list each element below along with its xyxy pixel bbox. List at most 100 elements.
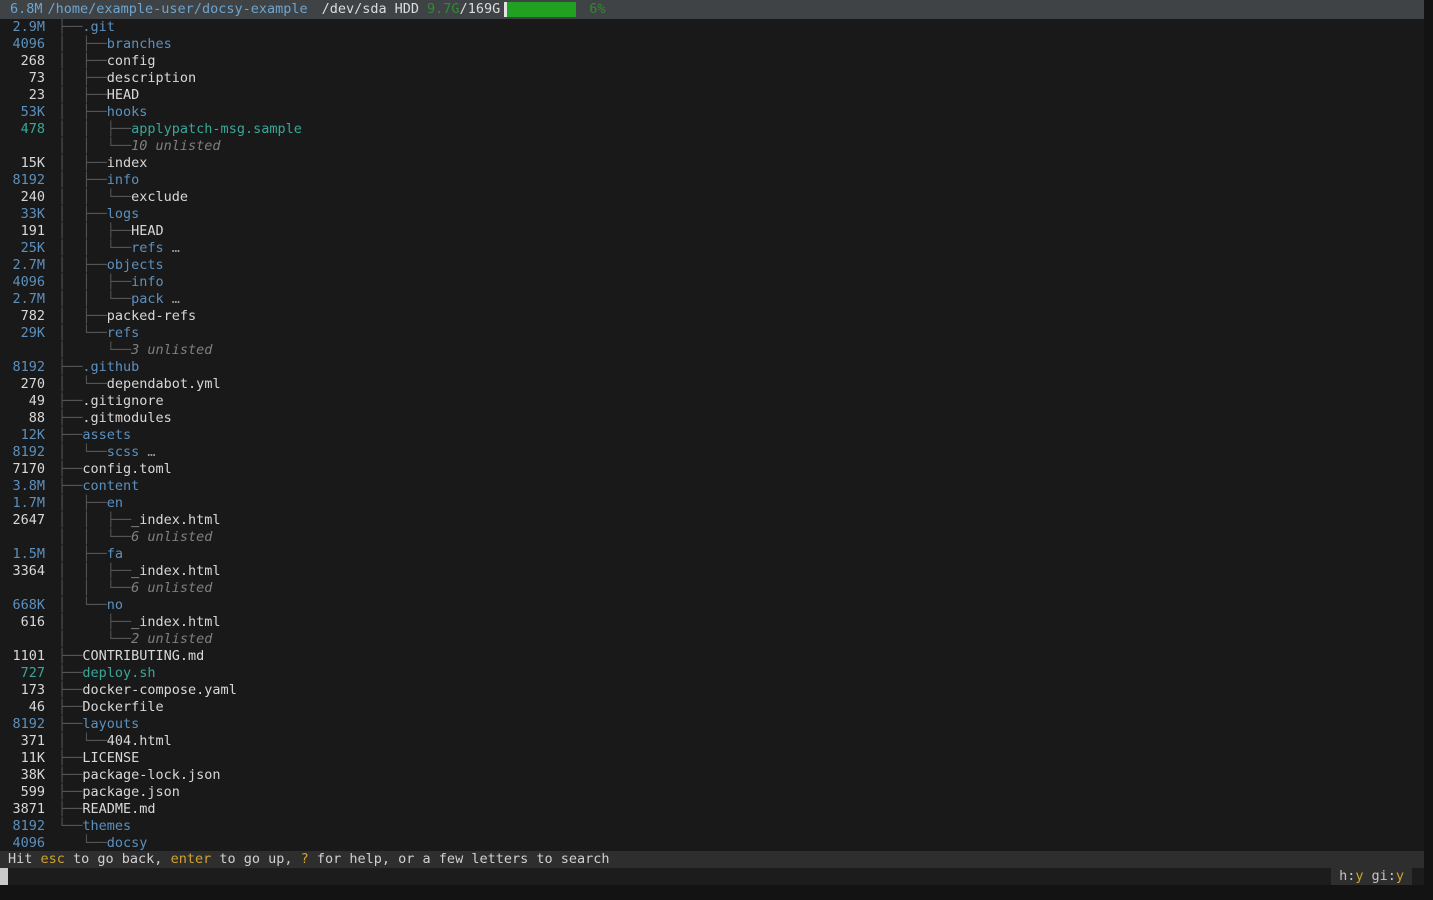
tree-row[interactable]: 3.8M├──content: [0, 478, 1424, 495]
tree-row[interactable]: 38K├──package-lock.json: [0, 767, 1424, 784]
tree-row[interactable]: 8192├──.github: [0, 359, 1424, 376]
column-gap: [45, 665, 58, 682]
tree-row[interactable]: 4096│ │ ├──info: [0, 274, 1424, 291]
tree-row[interactable]: 8192│ └──scss …: [0, 444, 1424, 461]
tree-row[interactable]: 33K│ ├──logs: [0, 206, 1424, 223]
tree-branch-lines: ├──: [58, 648, 82, 665]
tree-row[interactable]: 3871├──README.md: [0, 801, 1424, 818]
column-gap: [45, 376, 58, 393]
tree-row[interactable]: 73│ ├──description: [0, 70, 1424, 87]
tree-row[interactable]: 23│ ├──HEAD: [0, 87, 1424, 104]
tree-row-unlisted[interactable]: │ │ └──6 unlisted: [0, 529, 1424, 546]
entry-size: 2.9M: [12, 19, 45, 36]
tree-row-unlisted[interactable]: │ │ └──6 unlisted: [0, 580, 1424, 597]
tree-row[interactable]: 1.7M│ ├──en: [0, 495, 1424, 512]
flag-h[interactable]: h:y: [1339, 868, 1363, 884]
tree-row[interactable]: 2.9M├──.git: [0, 19, 1424, 36]
entry-name: _index.html: [131, 512, 220, 529]
entry-name: LICENSE: [82, 750, 139, 767]
tree-row[interactable]: 11K├──LICENSE: [0, 750, 1424, 767]
tree-row[interactable]: 1101├──CONTRIBUTING.md: [0, 648, 1424, 665]
column-gap: [45, 393, 58, 410]
tree-row[interactable]: 15K│ ├──index: [0, 155, 1424, 172]
tree-row[interactable]: 371│ └──404.html: [0, 733, 1424, 750]
entry-size: [12, 631, 45, 648]
tree-row[interactable]: 2647│ │ ├──_index.html: [0, 512, 1424, 529]
entry-name: scss: [107, 444, 140, 461]
entry-size: 12K: [12, 427, 45, 444]
entry-name: 404.html: [107, 733, 172, 750]
tree-row[interactable]: 2.7M│ │ └──pack …: [0, 291, 1424, 308]
entry-name: objects: [107, 257, 164, 274]
tree-row[interactable]: 4096│ ├──branches: [0, 36, 1424, 53]
search-input-line[interactable]: h:y gi:y: [0, 868, 1424, 885]
tree-row-unlisted[interactable]: │ └──2 unlisted: [0, 631, 1424, 648]
tree-row[interactable]: 25K│ │ └──refs …: [0, 240, 1424, 257]
tree-row[interactable]: 268│ ├──config: [0, 53, 1424, 70]
tree-row[interactable]: 4096 └──docsy: [0, 835, 1424, 851]
tree-branch-lines: │ ├──: [58, 172, 107, 189]
column-gap: [45, 597, 58, 614]
entry-name: layouts: [82, 716, 139, 733]
flag-label: h:: [1339, 868, 1355, 884]
tree-row[interactable]: 12K├──assets: [0, 427, 1424, 444]
tree-row[interactable]: 1.5M│ ├──fa: [0, 546, 1424, 563]
entry-size: 668K: [12, 597, 45, 614]
tree-row[interactable]: 668K│ └──no: [0, 597, 1424, 614]
tree-row[interactable]: 240│ │ └──exclude: [0, 189, 1424, 206]
column-gap: [45, 767, 58, 784]
tree-row[interactable]: 88├──.gitmodules: [0, 410, 1424, 427]
flag-gi[interactable]: gi:y: [1371, 868, 1404, 884]
tree-row[interactable]: 53K│ ├──hooks: [0, 104, 1424, 121]
tree-branch-lines: │ ├──: [58, 206, 107, 223]
tree-row[interactable]: 7170├──config.toml: [0, 461, 1424, 478]
tree-branch-lines: │ ├──: [58, 36, 107, 53]
tree-row[interactable]: 8192│ ├──info: [0, 172, 1424, 189]
column-gap: [45, 512, 58, 529]
tree-row[interactable]: 8192└──themes: [0, 818, 1424, 835]
tree-row[interactable]: 616│ ├──_index.html: [0, 614, 1424, 631]
tree-row[interactable]: 8192├──layouts: [0, 716, 1424, 733]
tree-row-unlisted[interactable]: │ └──3 unlisted: [0, 342, 1424, 359]
current-path[interactable]: /home/example-user/docsy-example: [48, 1, 308, 18]
column-gap: [45, 410, 58, 427]
tree-row-unlisted[interactable]: │ │ └──10 unlisted: [0, 138, 1424, 155]
tree-row[interactable]: 191│ │ ├──HEAD: [0, 223, 1424, 240]
tree-row[interactable]: 478│ │ ├──applypatch-msg.sample: [0, 121, 1424, 138]
tree-branch-lines: │ │ └──: [58, 240, 131, 257]
tree-row[interactable]: 2.7M│ ├──objects: [0, 257, 1424, 274]
entry-size: 727: [12, 665, 45, 682]
tree-row[interactable]: 270│ └──dependabot.yml: [0, 376, 1424, 393]
tree-branch-lines: ├──: [58, 393, 82, 410]
entry-size: 478: [12, 121, 45, 138]
column-gap: [45, 580, 58, 597]
column-gap: [45, 206, 58, 223]
tree-row[interactable]: 46├──Dockerfile: [0, 699, 1424, 716]
column-gap: [45, 631, 58, 648]
tree-branch-lines: │ ├──: [58, 614, 131, 631]
tree-row[interactable]: 173├──docker-compose.yaml: [0, 682, 1424, 699]
tree-row[interactable]: 29K│ └──refs: [0, 325, 1424, 342]
tree-row[interactable]: 599├──package.json: [0, 784, 1424, 801]
entry-name: info: [131, 274, 164, 291]
usage-percent: 6%: [589, 1, 605, 18]
tree-branch-lines: │ │ └──: [58, 138, 131, 155]
entry-size: 29K: [12, 325, 45, 342]
entry-name: package-lock.json: [82, 767, 220, 784]
column-gap: [45, 19, 58, 36]
tree-row[interactable]: 727├──deploy.sh: [0, 665, 1424, 682]
disk-usage-bar: 6%: [504, 0, 605, 19]
entry-size: 15K: [12, 155, 45, 172]
entry-name: refs: [131, 240, 164, 257]
disk-capacity: 169G: [468, 1, 501, 18]
entry-size: [12, 580, 45, 597]
column-gap: [45, 733, 58, 750]
tree-row[interactable]: 3364│ │ ├──_index.html: [0, 563, 1424, 580]
tree-row[interactable]: 49├──.gitignore: [0, 393, 1424, 410]
entry-size: 23: [12, 87, 45, 104]
entry-name: pack: [131, 291, 164, 308]
entry-size: 25K: [12, 240, 45, 257]
column-gap: [45, 835, 58, 851]
tree-row[interactable]: 782│ ├──packed-refs: [0, 308, 1424, 325]
column-gap: [45, 818, 58, 835]
